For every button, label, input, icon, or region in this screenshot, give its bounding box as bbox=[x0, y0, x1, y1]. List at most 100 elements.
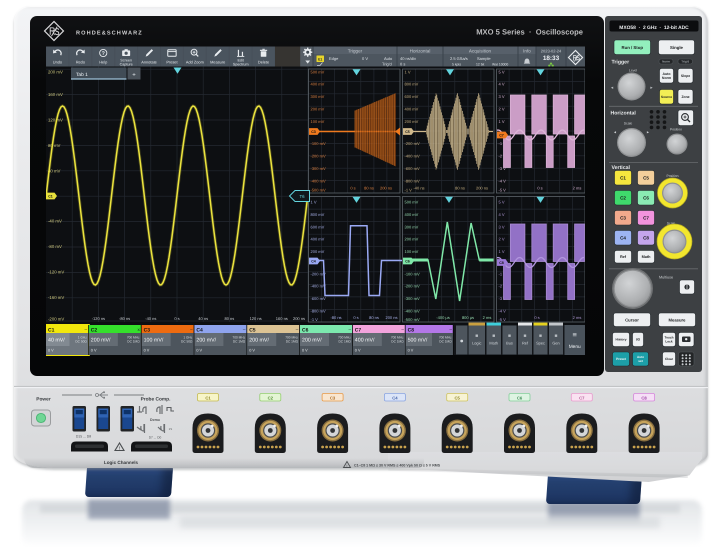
svg-text:DC 1MΩ: DC 1MΩ bbox=[338, 340, 351, 344]
svg-text:–: – bbox=[296, 327, 299, 332]
svg-text:80 mV: 80 mV bbox=[48, 143, 61, 148]
svg-text:-120 mV: -120 mV bbox=[48, 270, 64, 275]
svg-text:-800 mV: -800 mV bbox=[405, 178, 420, 183]
svg-text:Math: Math bbox=[489, 341, 498, 346]
svg-text:800 mV: 800 mV bbox=[405, 82, 419, 87]
svg-text:-400 µs: -400 µs bbox=[436, 315, 449, 320]
svg-text:C6: C6 bbox=[302, 327, 309, 333]
svg-text:Spec: Spec bbox=[536, 341, 545, 346]
svg-text:Preset: Preset bbox=[166, 59, 178, 64]
svg-text:-300 mV: -300 mV bbox=[311, 166, 326, 171]
svg-text:400 mV: 400 mV bbox=[311, 82, 325, 87]
svg-text:-400 mV: -400 mV bbox=[405, 309, 420, 314]
svg-text:-4 V: -4 V bbox=[499, 178, 507, 183]
svg-text:–: – bbox=[401, 327, 404, 332]
svg-text:3 V: 3 V bbox=[499, 94, 505, 99]
svg-text:Ref: Ref bbox=[620, 255, 627, 259]
svg-text:ROHDE&SCHWARZ: ROHDE&SCHWARZ bbox=[76, 31, 143, 37]
svg-text:T6: T6 bbox=[299, 194, 305, 199]
svg-text:40 ns: 40 ns bbox=[198, 316, 208, 321]
svg-text:-600 mV: -600 mV bbox=[405, 166, 420, 171]
svg-text:D15 ... D8: D15 ... D8 bbox=[76, 435, 91, 439]
svg-text:0 s: 0 s bbox=[400, 62, 405, 67]
svg-text:-1 V: -1 V bbox=[311, 317, 319, 322]
svg-text:-200 mV: -200 mV bbox=[48, 317, 64, 322]
svg-text:C1: C1 bbox=[48, 327, 55, 333]
svg-text:-200 mV: -200 mV bbox=[405, 141, 420, 146]
svg-text:DC 1MΩ: DC 1MΩ bbox=[127, 340, 140, 344]
svg-text:Math: Math bbox=[642, 255, 652, 259]
svg-text:C1: C1 bbox=[205, 395, 211, 400]
svg-text:Measure: Measure bbox=[669, 317, 687, 322]
svg-text:Trigger: Trigger bbox=[348, 49, 363, 54]
svg-text:Acquisition: Acquisition bbox=[469, 49, 492, 54]
svg-text:Wat 10000: Wat 10000 bbox=[492, 63, 508, 67]
svg-text:160 mV: 160 mV bbox=[48, 92, 63, 97]
svg-text:E1: E1 bbox=[318, 58, 322, 62]
svg-text:2023-02-24: 2023-02-24 bbox=[541, 48, 562, 53]
svg-text:Horizontal: Horizontal bbox=[611, 111, 637, 117]
svg-text:–: – bbox=[85, 327, 88, 332]
svg-text:Menu: Menu bbox=[569, 344, 581, 350]
svg-text:Multiuse: Multiuse bbox=[659, 276, 673, 280]
svg-text:Add Zoom: Add Zoom bbox=[186, 59, 204, 64]
svg-text:80 ns: 80 ns bbox=[364, 186, 374, 191]
svg-text:C4: C4 bbox=[196, 327, 203, 333]
svg-text:D7 ... D0: D7 ... D0 bbox=[149, 436, 162, 440]
svg-text:Gen: Gen bbox=[552, 341, 559, 346]
svg-text:C1: C1 bbox=[48, 195, 53, 199]
svg-text:C8: C8 bbox=[408, 327, 415, 333]
svg-text:200 ns: 200 ns bbox=[476, 186, 488, 191]
svg-text:-200 mV: -200 mV bbox=[405, 284, 420, 289]
svg-text:80 ns: 80 ns bbox=[369, 315, 379, 320]
svg-text:80 ns: 80 ns bbox=[225, 316, 235, 321]
svg-text:C4: C4 bbox=[392, 395, 398, 400]
svg-text:400 mV/: 400 mV/ bbox=[355, 338, 375, 344]
svg-text:160 ns: 160 ns bbox=[276, 316, 288, 321]
svg-text:0 V: 0 V bbox=[48, 348, 54, 352]
svg-text:Horizontal: Horizontal bbox=[410, 49, 431, 54]
svg-text:C6: C6 bbox=[643, 195, 649, 200]
svg-text:1 V: 1 V bbox=[499, 119, 505, 124]
svg-text:DC 1MΩ: DC 1MΩ bbox=[391, 340, 404, 344]
svg-text:DC 50Ω: DC 50Ω bbox=[181, 340, 193, 344]
svg-text:300 mV: 300 mV bbox=[311, 94, 325, 99]
svg-text:+: + bbox=[132, 73, 136, 79]
svg-text:Clear: Clear bbox=[665, 357, 674, 361]
svg-text:2 ms: 2 ms bbox=[573, 315, 582, 320]
svg-text:-600 mV: -600 mV bbox=[311, 296, 326, 301]
svg-text:-4 V: -4 V bbox=[499, 309, 507, 314]
svg-text:0 V: 0 V bbox=[144, 348, 150, 352]
svg-text:C2: C2 bbox=[620, 195, 626, 200]
svg-text:Slope: Slope bbox=[681, 74, 690, 78]
svg-text:C7: C7 bbox=[355, 327, 362, 333]
svg-text:DC 1MΩ: DC 1MΩ bbox=[233, 340, 246, 344]
svg-text:-40 mV: -40 mV bbox=[48, 219, 62, 224]
svg-text:Auto: Auto bbox=[384, 56, 393, 61]
svg-text:Level: Level bbox=[629, 69, 637, 73]
svg-text:I/O: I/O bbox=[636, 338, 641, 342]
svg-text:MXO 5 Series · Oscilloscope: MXO 5 Series · Oscilloscope bbox=[476, 28, 583, 37]
svg-text:300 mV: 300 mV bbox=[405, 224, 419, 229]
svg-text:100 mV/: 100 mV/ bbox=[144, 338, 164, 344]
svg-text:200 ns: 200 ns bbox=[385, 315, 397, 320]
svg-text:0 V: 0 V bbox=[302, 348, 308, 352]
svg-text:800 µs: 800 µs bbox=[462, 315, 474, 320]
svg-text:500 mV: 500 mV bbox=[405, 200, 419, 205]
svg-text:100 mV: 100 mV bbox=[311, 119, 325, 124]
svg-text:Run / Stop: Run / Stop bbox=[622, 45, 644, 50]
svg-text:-500 mV: -500 mV bbox=[405, 317, 420, 322]
svg-text:MXO58 · 2 GHz · 12-bit ADC: MXO58 · 2 GHz · 12-bit ADC bbox=[619, 25, 689, 31]
svg-text:4 V: 4 V bbox=[499, 212, 505, 217]
svg-text:Logic Channels: Logic Channels bbox=[104, 460, 139, 465]
svg-text:C3: C3 bbox=[311, 130, 316, 134]
svg-text:-160 mV: -160 mV bbox=[48, 295, 64, 300]
svg-text:C7: C7 bbox=[499, 134, 504, 138]
svg-text:–: – bbox=[449, 327, 452, 332]
svg-text:0 s: 0 s bbox=[353, 315, 358, 320]
svg-text:5 V: 5 V bbox=[499, 69, 505, 74]
svg-text:–: – bbox=[349, 327, 352, 332]
svg-text:Cursor: Cursor bbox=[625, 317, 639, 322]
svg-text:C1–C8 1 MΩ ≤ 30 V RMS ≤ 400 Vp: C1–C8 1 MΩ ≤ 30 V RMS ≤ 400 Vpk 50 Ω ≤ 5… bbox=[354, 464, 441, 468]
svg-text:Source: Source bbox=[661, 95, 672, 99]
